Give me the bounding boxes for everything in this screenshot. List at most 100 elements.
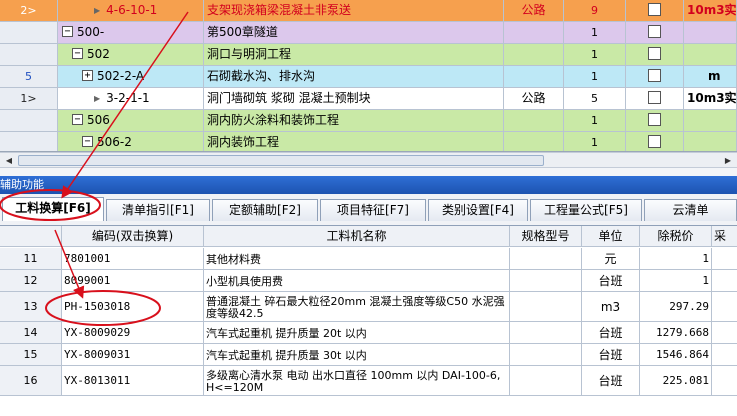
tree-row[interactable]: −500- 第500章隧道 1 xyxy=(0,22,737,44)
collapse-icon[interactable]: − xyxy=(72,48,83,59)
tab-item-features[interactable]: 项目特征[F7] xyxy=(320,199,426,221)
row-category xyxy=(504,44,564,65)
tree-row[interactable]: 5 +502-2-A 石砌截水沟、排水沟 1 m xyxy=(0,66,737,88)
material-unit: m3 xyxy=(582,292,640,321)
tab-bar: 工料换算[F6] 清单指引[F1] 定额辅助[F2] 项目特征[F7] 类别设置… xyxy=(0,194,737,226)
material-spec xyxy=(510,322,582,343)
material-price[interactable]: 1 xyxy=(640,248,712,269)
material-name: 汽车式起重机 提升质量 30t 以内 xyxy=(204,344,510,365)
collapse-icon[interactable]: − xyxy=(82,136,93,147)
header-more[interactable]: 采 xyxy=(712,226,737,247)
scroll-right-icon[interactable]: ▶ xyxy=(721,154,735,167)
row-name: 支架现浇箱梁混凝土非泵送 xyxy=(204,0,504,21)
row-checkbox[interactable] xyxy=(648,113,661,126)
tree-leaf-icon: ▶ xyxy=(94,94,101,103)
material-name: 小型机具使用费 xyxy=(204,270,510,291)
row-index: 11 xyxy=(0,248,62,269)
tree-row[interactable]: 1> ▶ 3-2-1-1 洞门墙砌筑 浆砌 混凝土预制块 公路 5 10m3实体 xyxy=(0,88,737,110)
material-code[interactable]: YX-8013011 xyxy=(62,366,204,395)
row-checkbox[interactable] xyxy=(648,47,661,60)
tab-category-settings[interactable]: 类别设置[F4] xyxy=(428,199,528,221)
row-index: 16 xyxy=(0,366,62,395)
row-unit xyxy=(684,22,737,43)
collapse-icon[interactable]: − xyxy=(62,26,73,37)
row-checkbox[interactable] xyxy=(648,69,661,82)
row-name: 第500章隧道 xyxy=(204,22,504,43)
tab-quantity-formula[interactable]: 工程量公式[F5] xyxy=(530,199,642,221)
row-index: 14 xyxy=(0,322,62,343)
row-index: 12 xyxy=(0,270,62,291)
material-code[interactable]: YX-8009031 xyxy=(62,344,204,365)
row-unit: 10m3实体 xyxy=(684,88,737,109)
tree-row[interactable]: −506-2 洞内装饰工程 1 xyxy=(0,132,737,151)
row-category: 公路 xyxy=(504,0,564,21)
row-code: 500- xyxy=(77,25,105,39)
material-price[interactable]: 1 xyxy=(640,270,712,291)
row-checkbox[interactable] xyxy=(648,3,661,16)
row-category xyxy=(504,66,564,87)
material-name: 其他材料费 xyxy=(204,248,510,269)
row-checkbox[interactable] xyxy=(648,135,661,148)
material-price[interactable]: 297.29 xyxy=(640,292,712,321)
row-name: 洞内防火涂料和装饰工程 xyxy=(204,110,504,131)
row-code: 502-2-A xyxy=(97,69,145,83)
header-name[interactable]: 工料机名称 xyxy=(204,226,510,247)
scroll-left-icon[interactable]: ◀ xyxy=(2,154,16,167)
collapse-icon[interactable]: − xyxy=(72,114,83,125)
quota-tree-grid: 2> ▶4-6-10-1 支架现浇箱梁混凝土非泵送 公路 9 10m3实体 −5… xyxy=(0,0,737,152)
table-row[interactable]: 13 PH-1503018 普通混凝土 碎石最大粒径20mm 混凝土强度等级C5… xyxy=(0,292,737,322)
row-checkbox[interactable] xyxy=(648,25,661,38)
row-quantity: 1 xyxy=(564,44,626,65)
row-unit xyxy=(684,132,737,151)
tab-cloud-bill[interactable]: 云清单 xyxy=(644,199,737,221)
header-price[interactable]: 除税价 xyxy=(640,226,712,247)
material-price[interactable]: 1546.864 xyxy=(640,344,712,365)
material-code[interactable]: 8099001 xyxy=(62,270,204,291)
header-code[interactable]: 编码(双击换算) xyxy=(62,226,204,247)
material-price[interactable]: 225.081 xyxy=(640,366,712,395)
table-row[interactable]: 14 YX-8009029 汽车式起重机 提升质量 20t 以内 台班 1279… xyxy=(0,322,737,344)
row-unit xyxy=(684,110,737,131)
row-quantity: 5 xyxy=(564,88,626,109)
row-quantity: 1 xyxy=(564,110,626,131)
row-quantity: 1 xyxy=(564,22,626,43)
table-row[interactable]: 11 7801001 其他材料费 元 1 xyxy=(0,248,737,270)
material-code[interactable]: PH-1503018 xyxy=(62,292,204,321)
row-quantity: 9 xyxy=(564,0,626,21)
row-index xyxy=(0,132,58,151)
material-unit: 元 xyxy=(582,248,640,269)
material-spec xyxy=(510,270,582,291)
panel-title: 辅助功能 xyxy=(0,178,44,191)
tree-row[interactable]: −502 洞口与明洞工程 1 xyxy=(0,44,737,66)
scrollbar-thumb[interactable] xyxy=(18,155,544,166)
material-code[interactable]: YX-8009029 xyxy=(62,322,204,343)
material-spec xyxy=(510,366,582,395)
tree-row[interactable]: 2> ▶ 4-6-10-1 支架现浇箱梁混凝土非泵送 公路 9 10m3实体 xyxy=(0,0,737,22)
tree-row[interactable]: −506 洞内防火涂料和装饰工程 1 xyxy=(0,110,737,132)
row-name: 洞门墙砌筑 浆砌 混凝土预制块 xyxy=(204,88,504,109)
row-quantity: 1 xyxy=(564,66,626,87)
row-code: 506-2 xyxy=(97,135,132,149)
expand-icon[interactable]: + xyxy=(82,70,93,81)
row-checkbox[interactable] xyxy=(648,91,661,104)
material-table: 编码(双击换算) 工料机名称 规格型号 单位 除税价 采 11 7801001 … xyxy=(0,226,737,416)
row-category xyxy=(504,22,564,43)
horizontal-scrollbar[interactable]: ◀ ▶ xyxy=(0,152,737,168)
tab-material-conversion[interactable]: 工料换算[F6] xyxy=(2,197,104,221)
tab-quota-assist[interactable]: 定额辅助[F2] xyxy=(212,199,318,221)
row-category xyxy=(504,132,564,151)
table-row[interactable]: 16 YX-8013011 多级离心清水泵 电动 出水口直径 100mm 以内 … xyxy=(0,366,737,396)
tab-bill-guide[interactable]: 清单指引[F1] xyxy=(106,199,210,221)
header-unit[interactable]: 单位 xyxy=(582,226,640,247)
table-row[interactable]: 15 YX-8009031 汽车式起重机 提升质量 30t 以内 台班 1546… xyxy=(0,344,737,366)
row-code: 3-2-1-1 xyxy=(106,91,150,105)
row-quantity: 1 xyxy=(564,132,626,151)
row-unit: m xyxy=(684,66,737,87)
header-spec[interactable]: 规格型号 xyxy=(510,226,582,247)
row-index xyxy=(0,44,58,65)
splitter[interactable] xyxy=(0,168,737,176)
material-price[interactable]: 1279.668 xyxy=(640,322,712,343)
material-code[interactable]: 7801001 xyxy=(62,248,204,269)
material-spec xyxy=(510,248,582,269)
table-row[interactable]: 12 8099001 小型机具使用费 台班 1 xyxy=(0,270,737,292)
